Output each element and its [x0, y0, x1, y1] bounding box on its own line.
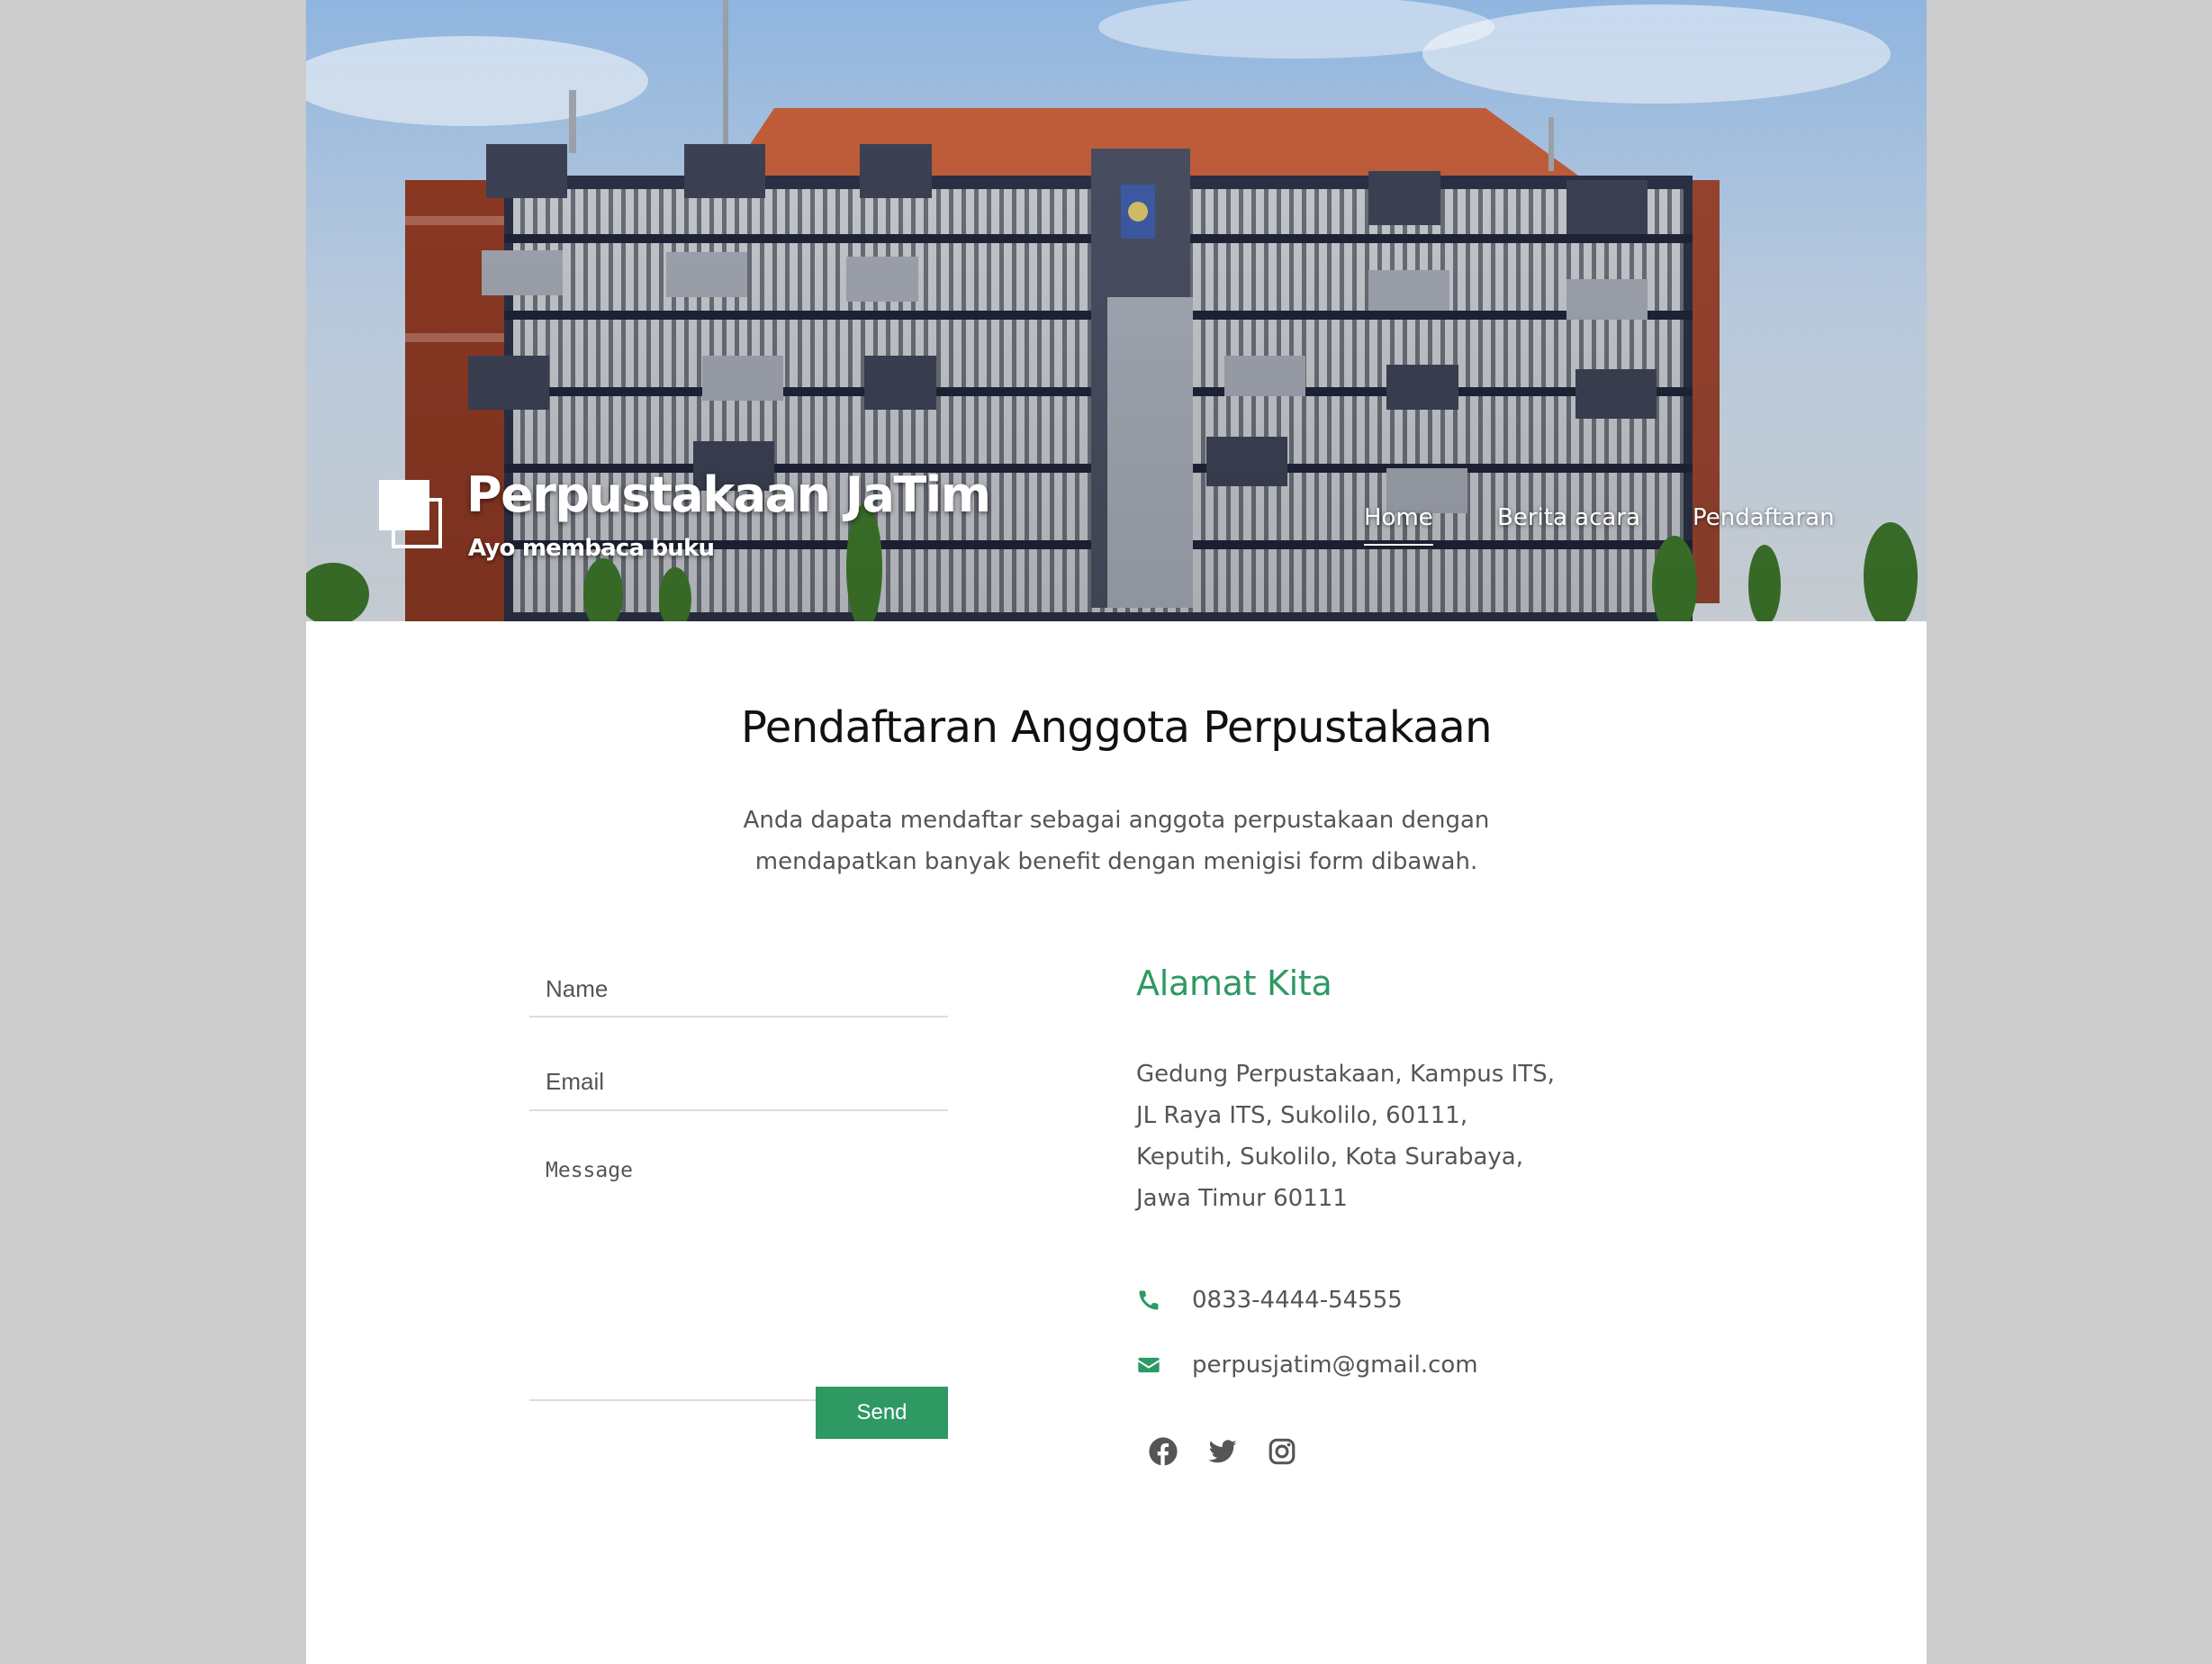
phone-icon [1139, 1290, 1159, 1310]
instagram-icon[interactable] [1267, 1436, 1297, 1467]
envelope-icon [1138, 1357, 1160, 1373]
page-title: Pendaftaran Anggota Perpustakaan [740, 702, 1493, 753]
email-link[interactable]: perpusjatim@gmail.com [1192, 1352, 1478, 1379]
contact-email: perpusjatim@gmail.com [1136, 1347, 1478, 1383]
intro-text: Anda dapata mendaftar sebagai anggota pe… [743, 807, 1490, 875]
email-input[interactable] [529, 1055, 948, 1111]
main-nav: Home Berita acara Pendaftaran [306, 504, 1927, 549]
send-button[interactable]: Send [816, 1387, 948, 1439]
page: Perpustakaan JaTim Ayo membaca buku Home… [306, 0, 1927, 1664]
facebook-icon[interactable] [1148, 1436, 1178, 1467]
name-input[interactable] [529, 963, 948, 1017]
nav-berita-acara[interactable]: Berita acara [1497, 504, 1640, 544]
hero-header: Perpustakaan JaTim Ayo membaca buku Home… [306, 0, 1927, 621]
social-links [1148, 1436, 1326, 1467]
nav-home[interactable]: Home [1364, 504, 1433, 546]
address-text: Gedung Perpustakaan, Kampus ITS, JL Raya… [1136, 1061, 1555, 1212]
message-textarea[interactable] [529, 1146, 948, 1401]
twitter-icon[interactable] [1207, 1436, 1238, 1467]
contact-phone: 0833-4444-54555 [1136, 1282, 1403, 1318]
phone-number: 0833-4444-54555 [1192, 1287, 1403, 1314]
address-title: Alamat Kita [1136, 963, 1332, 1003]
nav-pendaftaran[interactable]: Pendaftaran [1693, 504, 1835, 544]
